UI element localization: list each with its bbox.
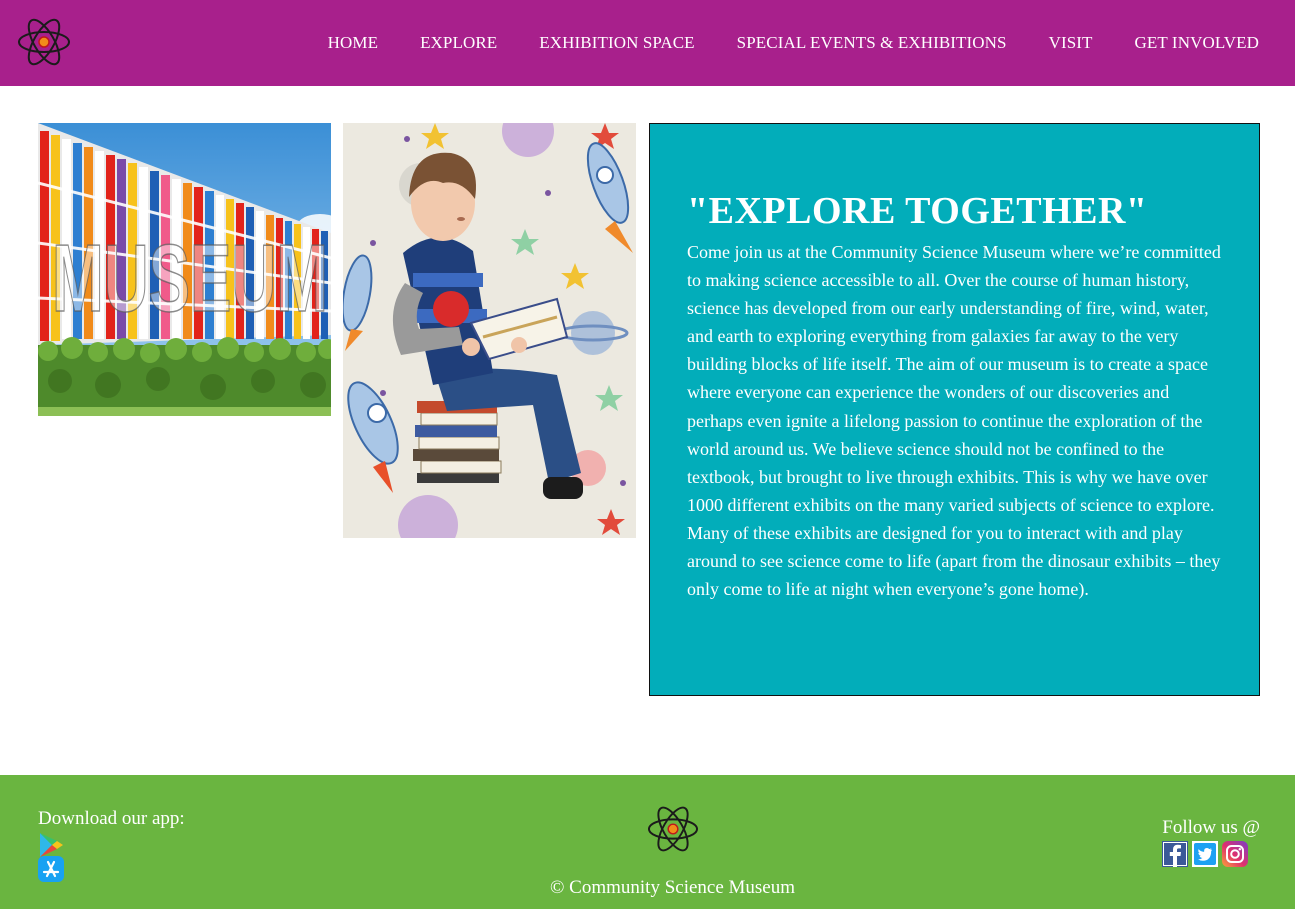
page-heading: "EXPLORE TOGETHER" xyxy=(687,190,1148,232)
site-header: HOME EXPLORE EXHIBITION SPACE SPECIAL EV… xyxy=(0,0,1295,86)
twitter-icon[interactable] xyxy=(1192,841,1218,867)
main-nav: HOME EXPLORE EXHIBITION SPACE SPECIAL EV… xyxy=(328,0,1259,86)
follow-us-label: Follow us @ xyxy=(1162,817,1260,838)
atom-icon[interactable] xyxy=(646,804,700,854)
copyright-text: © Community Science Museum xyxy=(549,877,796,898)
google-play-icon[interactable] xyxy=(38,832,64,858)
child-reading-photo xyxy=(343,123,636,538)
site-footer: Download our app: © Community Science Mu… xyxy=(0,775,1295,909)
atom-icon[interactable] xyxy=(16,16,72,68)
nav-visit-link[interactable]: VISIT xyxy=(1049,33,1093,53)
nav-explore-link[interactable]: EXPLORE xyxy=(420,33,497,53)
museum-facade-photo: MUSEUM xyxy=(38,123,331,416)
nav-exhibition-space-link[interactable]: EXHIBITION SPACE xyxy=(539,33,694,53)
explore-together-panel: "EXPLORE TOGETHER" Come join us at the C… xyxy=(649,123,1260,696)
nav-get-involved-link[interactable]: GET INVOLVED xyxy=(1135,33,1259,53)
instagram-icon[interactable] xyxy=(1222,841,1248,867)
nav-home-link[interactable]: HOME xyxy=(328,33,378,53)
museum-wall-text: MUSEUM xyxy=(52,225,328,332)
nav-special-events-link[interactable]: SPECIAL EVENTS & EXHIBITIONS xyxy=(737,33,1007,53)
download-app-label: Download our app: xyxy=(38,808,185,829)
intro-paragraph: Come join us at the Community Science Mu… xyxy=(687,242,1221,600)
social-links xyxy=(1162,841,1248,867)
facebook-icon[interactable] xyxy=(1162,841,1188,867)
